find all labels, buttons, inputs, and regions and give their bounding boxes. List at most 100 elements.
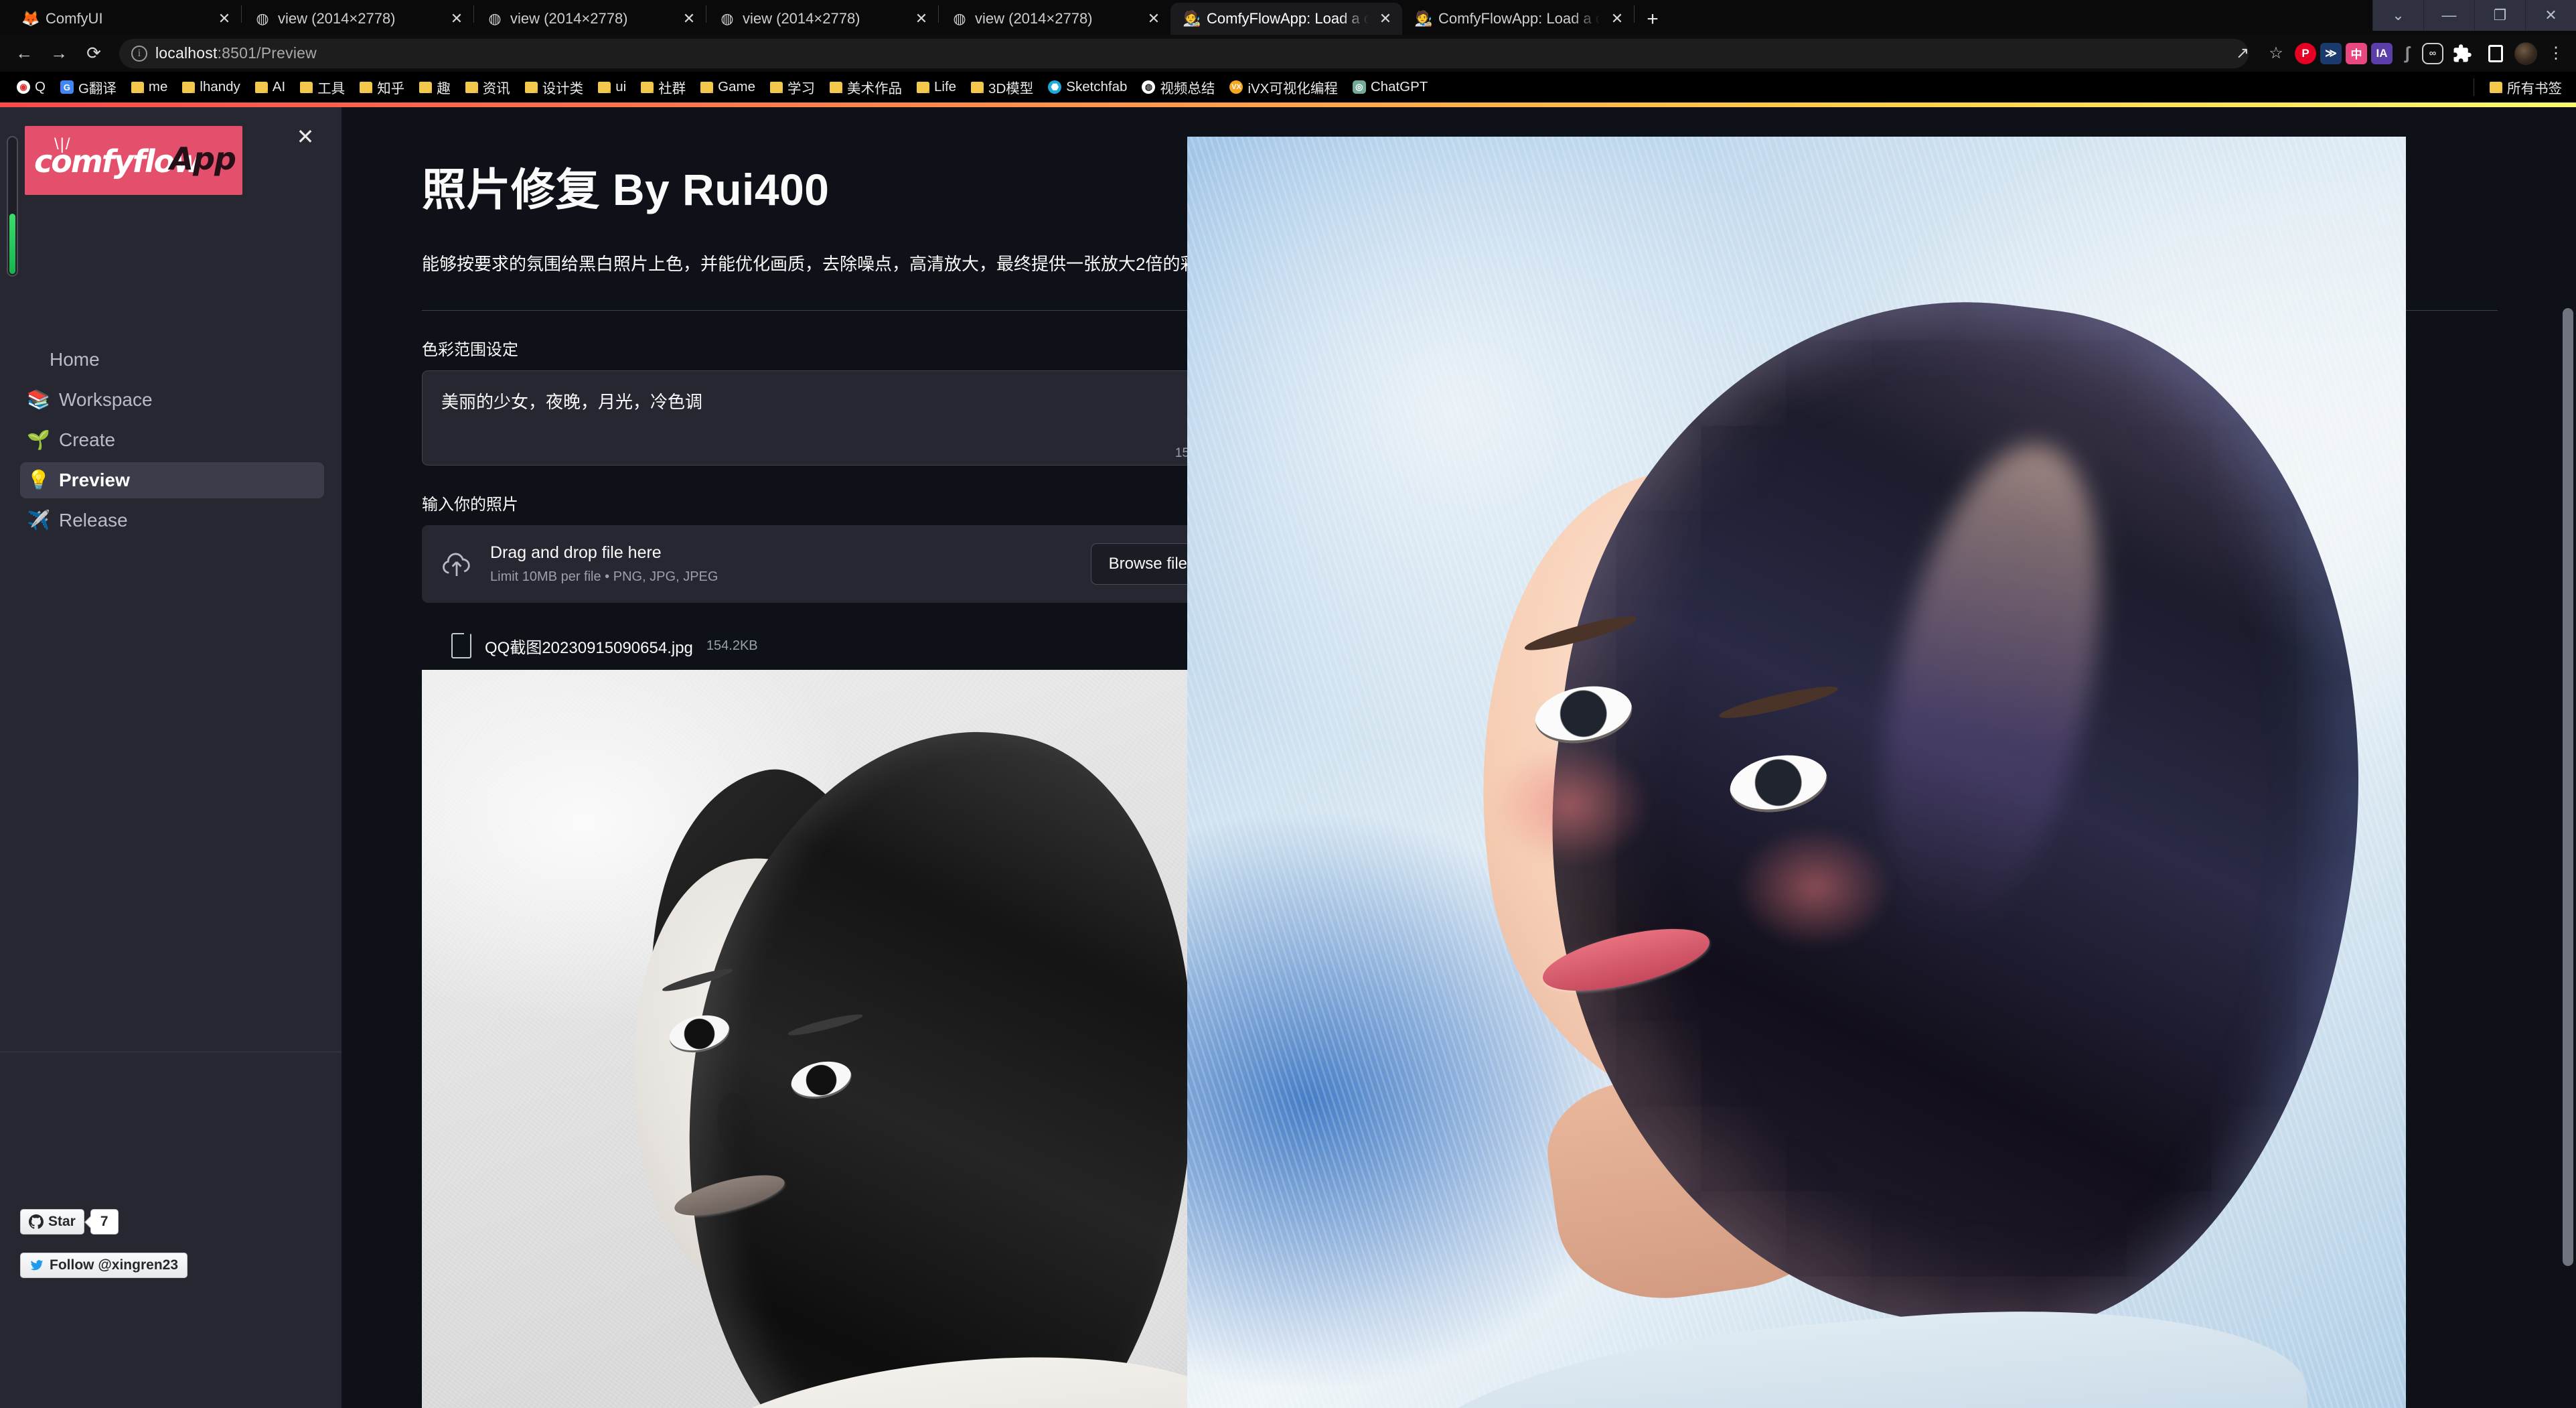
- browser-tab[interactable]: 🦊 ComfyUI ✕: [9, 3, 241, 35]
- browser-tab[interactable]: ◍ view (2014×2778) ✕: [939, 3, 1170, 35]
- sidebar-item-preview[interactable]: 💡 Preview: [20, 462, 324, 498]
- bookmark-item[interactable]: Game: [693, 74, 763, 100]
- sidebar-item-home[interactable]: Home: [20, 342, 324, 378]
- bookmark-item[interactable]: 资讯: [458, 74, 518, 100]
- bookmark-item[interactable]: Life: [909, 74, 964, 100]
- tab-close-icon[interactable]: ✕: [1607, 10, 1627, 27]
- sidebar-slider-thumb[interactable]: [9, 214, 15, 274]
- app-main-content: 照片修复 By Rui400 能够按要求的氛围给黑白照片上色，并能优化画质，去除…: [342, 107, 2576, 1408]
- file-dropzone[interactable]: Drag and drop file here Limit 10MB per f…: [422, 525, 1232, 603]
- sidebar-item-release[interactable]: ✈️ Release: [20, 502, 324, 539]
- field-label-row: 色彩范围设定 ?: [422, 336, 1232, 360]
- bookmark-item[interactable]: lhandy: [175, 74, 247, 100]
- tab-close-icon[interactable]: ✕: [447, 10, 467, 27]
- q-site-icon: ◉: [17, 80, 30, 94]
- bookmark-item[interactable]: G G翻译: [53, 74, 124, 100]
- pinterest-extension-icon[interactable]: P: [2295, 43, 2316, 64]
- sider-extension-icon[interactable]: ≫: [2320, 43, 2342, 64]
- browser-tab-active[interactable]: 🧑‍🎨 ComfyFlowApp: Load a comfy ✕: [1170, 3, 1402, 35]
- tab-title: ComfyFlowApp: Load a comfy: [1207, 10, 1369, 27]
- folder-icon: [971, 82, 984, 93]
- bookmark-item[interactable]: 工具: [293, 74, 352, 100]
- folder-icon: [465, 82, 478, 93]
- color-range-textarea[interactable]: 美丽的少女，夜晚，月光，冷色调 15/300 ⤡: [422, 370, 1232, 466]
- bookmark-label: Q: [35, 79, 46, 95]
- bookmark-star-icon[interactable]: ☆: [2261, 39, 2291, 68]
- tab-close-icon[interactable]: ✕: [679, 10, 699, 27]
- sidepanel-icon[interactable]: [2481, 39, 2510, 68]
- shelter-vpn-extension-icon[interactable]: ʃ: [2397, 43, 2418, 64]
- bookmark-item[interactable]: me: [124, 74, 175, 100]
- close-window-icon[interactable]: ✕: [2525, 0, 2576, 31]
- bookmark-item[interactable]: AI: [248, 74, 293, 100]
- bookmark-item[interactable]: ui: [591, 74, 633, 100]
- bookmark-item[interactable]: ◉ Q: [9, 74, 53, 100]
- sidebar-close-icon[interactable]: ✕: [292, 123, 319, 150]
- all-bookmarks-item[interactable]: 所有书签: [2482, 74, 2569, 100]
- folder-icon: [300, 82, 313, 93]
- bookmark-item[interactable]: ◍视频总结: [1134, 74, 1222, 100]
- all-bookmarks-group[interactable]: 所有书签: [2474, 74, 2569, 100]
- lightbulb-icon: 💡: [27, 469, 50, 492]
- site-info-icon[interactable]: i: [131, 46, 147, 62]
- sidebar-item-create[interactable]: 🌱 Create: [20, 422, 324, 458]
- page-scrollbar[interactable]: [2563, 308, 2573, 1266]
- browser-tab[interactable]: ◍ view (2014×2778) ✕: [474, 3, 706, 35]
- all-bookmarks-label: 所有书签: [2507, 77, 2562, 97]
- profile-avatar[interactable]: [2514, 42, 2537, 65]
- colorized-photo: 激活 Windows 转到"设置"以激活 Windows。: [1187, 137, 2406, 1408]
- tab-close-icon[interactable]: ✕: [911, 10, 931, 27]
- tab-close-icon[interactable]: ✕: [1144, 10, 1164, 27]
- browser-tab[interactable]: ◍ view (2014×2778) ✕: [242, 3, 473, 35]
- twitter-follow-badge[interactable]: Follow @xingren23: [20, 1253, 187, 1278]
- browser-tab[interactable]: ◍ view (2014×2778) ✕: [706, 3, 938, 35]
- browser-window: 🦊 ComfyUI ✕ ◍ view (2014×2778) ✕ ◍ view …: [0, 0, 2576, 1408]
- bookmark-label: me: [149, 79, 167, 95]
- bookmark-item[interactable]: 设计类: [518, 74, 591, 100]
- bookmark-label: 资讯: [483, 77, 510, 97]
- forward-icon[interactable]: →: [42, 36, 76, 71]
- reload-icon[interactable]: ⟳: [76, 36, 111, 71]
- tab-search-chevron-icon[interactable]: ⌄: [2372, 0, 2423, 31]
- github-star-badge[interactable]: Star 7: [20, 1209, 119, 1235]
- ia-extension-icon[interactable]: IA: [2371, 43, 2393, 64]
- airplane-icon: ✈️: [27, 509, 50, 532]
- bookmark-item[interactable]: ⬣Sketchfab: [1041, 74, 1134, 100]
- bookmark-item[interactable]: ◎ChatGPT: [1345, 74, 1435, 100]
- minimize-icon[interactable]: —: [2423, 0, 2474, 31]
- bookmark-label: 美术作品: [847, 77, 902, 97]
- translate-extension-icon[interactable]: 中: [2346, 43, 2367, 64]
- sidebar-slider[interactable]: [7, 136, 18, 277]
- address-bar[interactable]: i localhost:8501/Preview: [119, 39, 2249, 68]
- browser-menu-icon[interactable]: ⋮: [2541, 39, 2571, 68]
- github-star-count[interactable]: 7: [90, 1209, 119, 1235]
- cloud-upload-glyph: [441, 549, 473, 579]
- photo-upload-field: 输入你的照片 ? Drag and drop file here Li: [422, 491, 1232, 667]
- tab-close-icon[interactable]: ✕: [214, 10, 234, 27]
- extensions-puzzle-icon[interactable]: [2447, 39, 2477, 68]
- new-tab-button[interactable]: +: [1635, 4, 1671, 35]
- back-icon[interactable]: ←: [7, 36, 42, 71]
- folder-icon: [2490, 82, 2502, 93]
- bookmark-item[interactable]: 知乎: [352, 74, 412, 100]
- bookmark-label: 知乎: [377, 77, 404, 97]
- bookmark-item[interactable]: 3D模型: [964, 74, 1041, 100]
- ivx-icon: VX: [1229, 80, 1243, 94]
- bookmark-item[interactable]: 美术作品: [822, 74, 909, 100]
- tab-close-icon[interactable]: ✕: [1375, 10, 1395, 27]
- sidebar-item-workspace[interactable]: 📚 Workspace: [20, 382, 324, 418]
- bookmark-item[interactable]: 学习: [763, 74, 822, 100]
- folder-icon: [419, 82, 432, 93]
- bookmark-label: Life: [934, 79, 956, 95]
- chatgpt-icon: ◎: [1353, 80, 1366, 94]
- goggles-extension-icon[interactable]: ∞: [2422, 43, 2443, 64]
- tab-favicon-view: ◍: [254, 10, 271, 27]
- bookmark-item[interactable]: VXiVX可视化编程: [1222, 74, 1345, 100]
- browser-tab[interactable]: 🧑‍🎨 ComfyFlowApp: Load a comfy ✕: [1402, 3, 1634, 35]
- share-icon[interactable]: ↗: [2228, 39, 2257, 68]
- maximize-restore-icon[interactable]: ❐: [2474, 0, 2525, 31]
- github-star-button[interactable]: Star: [20, 1209, 84, 1235]
- bookmark-item[interactable]: 趣: [412, 74, 458, 100]
- bookmark-item[interactable]: 社群: [633, 74, 693, 100]
- folder-icon: [770, 82, 783, 93]
